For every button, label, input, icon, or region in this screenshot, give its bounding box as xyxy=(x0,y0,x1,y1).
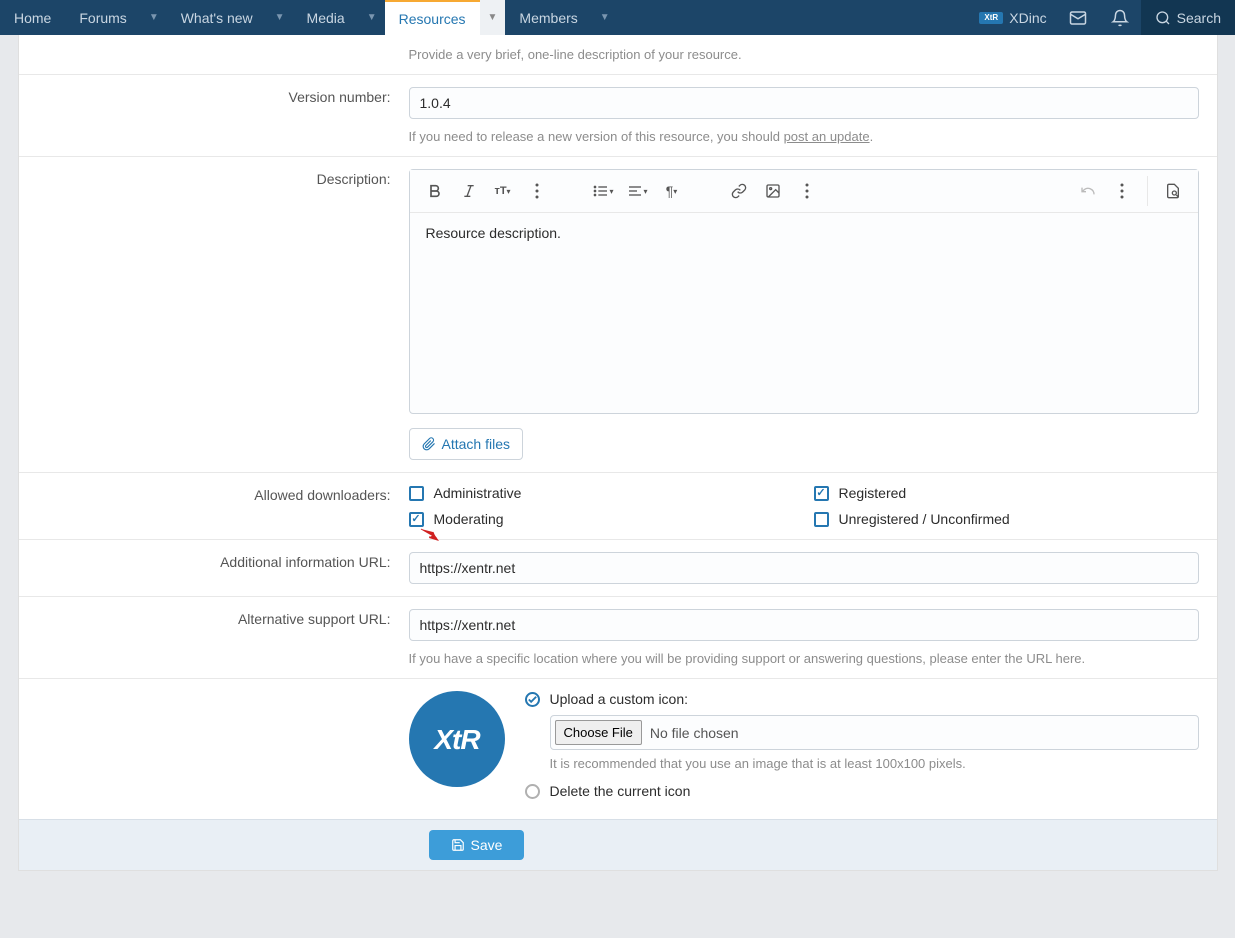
inbox-icon[interactable] xyxy=(1057,0,1099,35)
nav-media-dropdown[interactable]: ▼ xyxy=(359,0,385,35)
italic-button[interactable] xyxy=(454,176,484,206)
radio-icon xyxy=(525,692,540,707)
font-size-button[interactable]: тT▾ xyxy=(488,176,518,206)
svg-text:XtR: XtR xyxy=(432,724,481,755)
support-url-row: Alternative support URL: If you have a s… xyxy=(19,596,1217,678)
support-url-hint: If you have a specific location where yo… xyxy=(409,651,1199,666)
support-url-label: Alternative support URL: xyxy=(19,597,409,678)
choose-file-button[interactable]: Choose File xyxy=(555,720,642,745)
undo-button[interactable] xyxy=(1073,176,1103,206)
nav-user-menu[interactable]: XtR XDinc xyxy=(969,10,1056,26)
icon-row: XtR Upload a custom icon: Choose File No… xyxy=(19,678,1217,819)
preview-button[interactable] xyxy=(1158,176,1188,206)
bell-icon[interactable] xyxy=(1099,0,1141,35)
icon-size-hint: It is recommended that you use an image … xyxy=(550,756,1199,771)
rich-text-editor: тT▾ ▾ ▾ ¶▾ Resource xyxy=(409,169,1199,414)
paragraph-button[interactable]: ¶▾ xyxy=(657,176,687,206)
nav-home[interactable]: Home xyxy=(0,0,65,35)
downloaders-row: Allowed downloaders: Administrative Regi… xyxy=(19,472,1217,539)
top-navbar: Home Forums ▼ What's new ▼ Media ▼ Resou… xyxy=(0,0,1235,35)
radio-upload-icon[interactable]: Upload a custom icon: xyxy=(525,691,1199,707)
info-url-label: Additional information URL: xyxy=(19,540,409,596)
description-row: Description: тT▾ ▾ ▾ ¶▾ xyxy=(19,156,1217,472)
align-button[interactable]: ▾ xyxy=(623,176,653,206)
nav-right: XtR XDinc Search xyxy=(969,0,1235,35)
info-url-row: Additional information URL: xyxy=(19,539,1217,596)
more-insert-button[interactable] xyxy=(792,176,822,206)
file-name-display: No file chosen xyxy=(650,725,739,741)
save-bar: Save xyxy=(19,819,1217,870)
nav-forums[interactable]: Forums xyxy=(65,0,140,35)
checkbox-registered[interactable]: Registered xyxy=(814,485,1199,501)
user-avatar: XtR xyxy=(979,12,1003,24)
list-button[interactable]: ▾ xyxy=(589,176,619,206)
checkbox-icon xyxy=(409,486,424,501)
radio-delete-icon[interactable]: Delete the current icon xyxy=(525,783,1199,799)
version-hint: If you need to release a new version of … xyxy=(409,129,1199,144)
checkbox-moderating[interactable]: Moderating xyxy=(409,511,794,527)
search-label: Search xyxy=(1177,10,1221,26)
downloaders-grid: Administrative Registered Moderating Unr… xyxy=(409,485,1199,527)
editor-toolbar: тT▾ ▾ ▾ ¶▾ xyxy=(410,170,1198,213)
red-arrow-annotation xyxy=(419,527,439,541)
nav-members[interactable]: Members xyxy=(505,0,591,35)
radio-label: Upload a custom icon: xyxy=(550,691,689,707)
paperclip-icon xyxy=(422,437,436,451)
nav-whatsnew[interactable]: What's new xyxy=(167,0,267,35)
nav-forums-dropdown[interactable]: ▼ xyxy=(141,0,167,35)
more-toolbar-button[interactable] xyxy=(1107,176,1137,206)
bold-button[interactable] xyxy=(420,176,450,206)
checkbox-administrative[interactable]: Administrative xyxy=(409,485,794,501)
radio-label: Delete the current icon xyxy=(550,783,691,799)
version-input[interactable] xyxy=(409,87,1199,119)
form-container: Provide a very brief, one-line descripti… xyxy=(18,35,1218,871)
image-button[interactable] xyxy=(758,176,788,206)
resource-icon-preview: XtR xyxy=(409,691,505,787)
tagline-row: Provide a very brief, one-line descripti… xyxy=(19,35,1217,74)
radio-icon xyxy=(525,784,540,799)
checkbox-icon xyxy=(409,512,424,527)
nav-resources-dropdown[interactable]: ▼ xyxy=(480,0,506,35)
checkbox-label: Unregistered / Unconfirmed xyxy=(839,511,1010,527)
file-input[interactable]: Choose File No file chosen xyxy=(550,715,1199,750)
nav-left: Home Forums ▼ What's new ▼ Media ▼ Resou… xyxy=(0,0,618,35)
save-icon xyxy=(451,838,465,852)
info-url-input[interactable] xyxy=(409,552,1199,584)
editor-content[interactable]: Resource description. xyxy=(410,213,1198,413)
checkbox-label: Moderating xyxy=(434,511,504,527)
more-text-button[interactable] xyxy=(522,176,552,206)
search-icon xyxy=(1155,10,1171,26)
support-url-input[interactable] xyxy=(409,609,1199,641)
tagline-hint: Provide a very brief, one-line descripti… xyxy=(409,47,1199,62)
user-name: XDinc xyxy=(1009,10,1046,26)
description-label: Description: xyxy=(19,157,409,472)
checkbox-label: Administrative xyxy=(434,485,522,501)
checkbox-label: Registered xyxy=(839,485,907,501)
checkbox-icon xyxy=(814,486,829,501)
checkbox-icon xyxy=(814,512,829,527)
version-label: Version number: xyxy=(19,75,409,156)
nav-media[interactable]: Media xyxy=(293,0,359,35)
nav-members-dropdown[interactable]: ▼ xyxy=(592,0,618,35)
nav-search[interactable]: Search xyxy=(1141,0,1235,35)
save-button[interactable]: Save xyxy=(429,830,525,860)
nav-resources[interactable]: Resources xyxy=(385,0,480,35)
nav-whatsnew-dropdown[interactable]: ▼ xyxy=(267,0,293,35)
post-update-link[interactable]: post an update xyxy=(784,129,870,144)
downloaders-label: Allowed downloaders: xyxy=(19,473,409,539)
checkbox-unregistered[interactable]: Unregistered / Unconfirmed xyxy=(814,511,1199,527)
link-button[interactable] xyxy=(724,176,754,206)
attach-files-button[interactable]: Attach files xyxy=(409,428,523,460)
version-row: Version number: If you need to release a… xyxy=(19,74,1217,156)
